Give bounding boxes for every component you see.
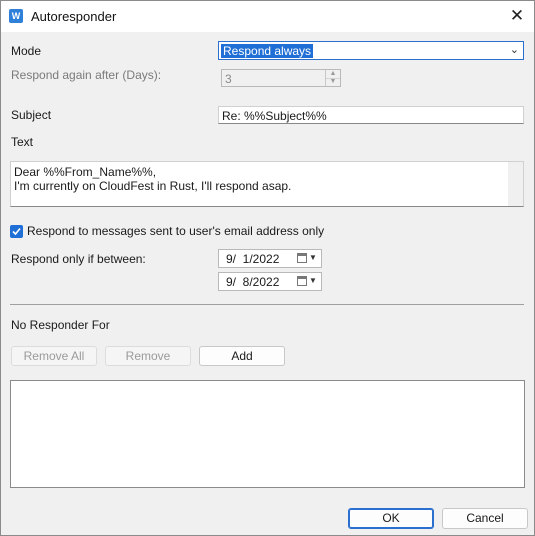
- subject-label: Subject: [11, 108, 52, 122]
- no-responder-label: No Responder For: [11, 318, 110, 332]
- date-range-label: Respond only if between:: [11, 252, 146, 266]
- divider: [10, 304, 524, 305]
- remove-button[interactable]: Remove: [105, 346, 191, 366]
- subject-input[interactable]: Re: %%Subject%%: [218, 106, 524, 124]
- user-address-only-checkbox[interactable]: [10, 225, 23, 238]
- ok-button[interactable]: OK: [348, 508, 434, 529]
- autoresponder-dialog: W Autoresponder ✕ Mode Respond always ⌄ …: [0, 0, 535, 536]
- respond-again-value: 3: [225, 72, 232, 86]
- cancel-button[interactable]: Cancel: [442, 508, 528, 529]
- respond-again-stepper[interactable]: 3 ▲ ▼: [221, 69, 341, 87]
- mode-label: Mode: [11, 44, 42, 58]
- date-to-picker[interactable]: 9/ 8/2022 ▼: [218, 272, 322, 291]
- dropdown-arrow-icon[interactable]: ▼: [309, 253, 317, 262]
- text-line-1: Dear %%From_Name%%,: [14, 165, 157, 179]
- dropdown-arrow-icon[interactable]: ▼: [309, 276, 317, 285]
- mode-select[interactable]: Respond always ⌄: [218, 41, 524, 60]
- stepper-down-icon[interactable]: ▼: [326, 78, 340, 86]
- checkmark-icon: [12, 227, 21, 236]
- mode-value: Respond always: [221, 44, 314, 58]
- text-label: Text: [11, 135, 34, 149]
- subject-value: Re: %%Subject%%: [222, 109, 327, 123]
- user-address-only-label[interactable]: Respond to messages sent to user's email…: [27, 224, 324, 238]
- text-area[interactable]: Dear %%From_Name%%, I'm currently on Clo…: [10, 161, 524, 207]
- calendar-icon[interactable]: [297, 253, 307, 263]
- date-from-picker[interactable]: 9/ 1/2022 ▼: [218, 249, 322, 268]
- text-line-2: I'm currently on CloudFest in Rust, I'll…: [14, 179, 292, 193]
- date-from-value: 9/ 1/2022: [226, 252, 280, 266]
- calendar-icon[interactable]: [297, 276, 307, 286]
- respond-again-label: Respond again after (Days):: [11, 68, 162, 82]
- window-title: Autoresponder: [31, 9, 117, 24]
- remove-all-button[interactable]: Remove All: [11, 346, 97, 366]
- close-icon[interactable]: ✕: [505, 5, 529, 27]
- title-bar: W Autoresponder ✕: [1, 1, 534, 32]
- stepper-buttons: ▲ ▼: [325, 70, 340, 86]
- app-icon: W: [9, 9, 23, 23]
- no-responder-list[interactable]: [10, 380, 525, 488]
- chevron-down-icon: ⌄: [509, 44, 519, 56]
- add-button[interactable]: Add: [199, 346, 285, 366]
- text-scrollbar[interactable]: [508, 162, 523, 206]
- date-to-value: 9/ 8/2022: [226, 275, 280, 289]
